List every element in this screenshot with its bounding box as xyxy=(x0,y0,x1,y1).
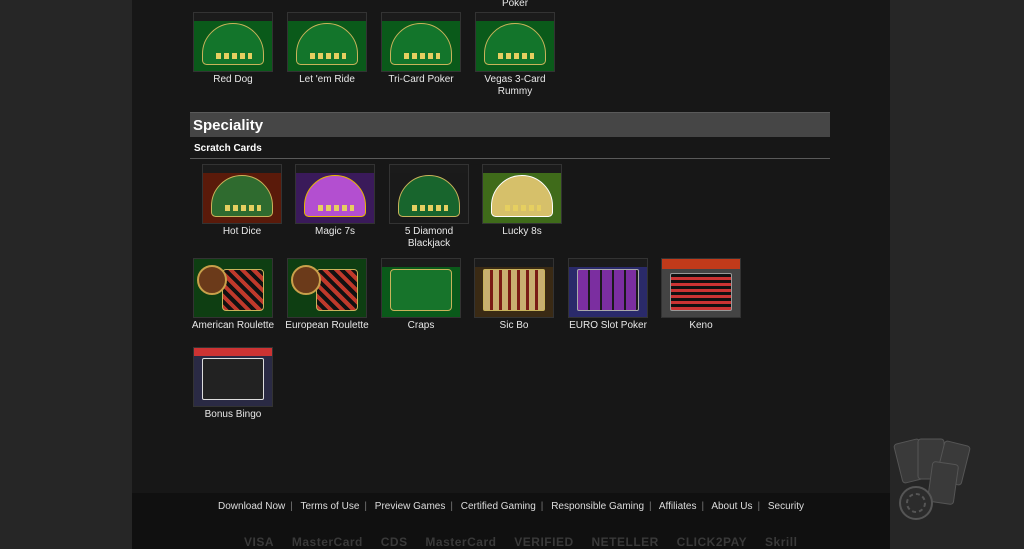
game-label[interactable]: Tri-Card Poker xyxy=(378,74,464,86)
game-tile[interactable]: EURO Slot Poker xyxy=(565,258,651,332)
game-tile[interactable]: Tri-Card Poker xyxy=(378,12,464,86)
game-tile[interactable]: Bonus Bingo xyxy=(190,347,276,421)
payment-logo: CLICK2PAY xyxy=(676,535,748,549)
payment-logos: VISA MasterCard CDS MasterCard VERIFIED … xyxy=(244,535,811,549)
game-thumbnail[interactable] xyxy=(193,347,273,407)
game-thumbnail[interactable] xyxy=(193,258,273,318)
game-tile[interactable]: American Roulette xyxy=(190,258,276,332)
game-label[interactable]: Magic 7s xyxy=(292,226,378,238)
game-thumbnail[interactable] xyxy=(568,258,648,318)
payment-logo: Skrill xyxy=(765,535,798,549)
game-label[interactable]: Hot Dice xyxy=(199,226,285,238)
game-label[interactable]: Sic Bo xyxy=(471,320,557,332)
game-thumbnail[interactable] xyxy=(474,258,554,318)
game-thumbnail[interactable] xyxy=(287,12,367,72)
payment-logo: VISA xyxy=(244,535,275,549)
game-label[interactable]: Lucky 8s xyxy=(479,226,565,238)
game-thumbnail[interactable] xyxy=(475,12,555,72)
section-subtitle: Scratch Cards xyxy=(190,141,830,159)
game-label[interactable]: 5 Diamond Blackjack xyxy=(386,226,472,250)
game-thumbnail[interactable] xyxy=(202,164,282,224)
game-thumbnail[interactable] xyxy=(193,12,273,72)
game-tile[interactable]: Hot Dice xyxy=(199,164,285,238)
game-thumbnail[interactable] xyxy=(295,164,375,224)
footer-link[interactable]: Certified Gaming xyxy=(461,501,536,512)
game-label[interactable]: American Roulette xyxy=(190,320,276,332)
footer-link[interactable]: Preview Games xyxy=(375,501,446,512)
game-tile[interactable]: Let 'em Ride xyxy=(284,12,370,86)
cards-chip-icon xyxy=(893,438,971,520)
footer-link[interactable]: Terms of Use xyxy=(301,501,360,512)
game-tile[interactable]: 5 Diamond Blackjack xyxy=(386,164,472,250)
game-label[interactable]: Red Dog xyxy=(190,74,276,86)
payment-logo: MasterCard xyxy=(291,535,363,549)
footer-links: Download Now | Terms of Use | Preview Game… xyxy=(218,501,804,512)
game-tile[interactable]: Red Dog xyxy=(190,12,276,86)
payment-logo: NETELLER xyxy=(591,535,659,549)
game-thumbnail[interactable] xyxy=(661,258,741,318)
game-label[interactable]: Vegas 3-Card Rummy xyxy=(472,74,558,98)
game-tile[interactable]: Lucky 8s xyxy=(479,164,565,238)
game-tile[interactable]: Keno xyxy=(658,258,744,332)
footer: Download Now | Terms of Use | Preview Game… xyxy=(132,493,890,549)
game-thumbnail[interactable] xyxy=(389,164,469,224)
partial-category-label: Poker xyxy=(501,0,529,9)
game-label[interactable]: Craps xyxy=(378,320,464,332)
footer-link[interactable]: Security xyxy=(768,501,804,512)
payment-logo: MasterCard xyxy=(425,535,497,549)
footer-link[interactable]: About Us xyxy=(711,501,752,512)
game-tile[interactable]: Sic Bo xyxy=(471,258,557,332)
game-label[interactable]: Bonus Bingo xyxy=(190,409,276,421)
section-title: Speciality xyxy=(190,112,830,137)
game-thumbnail[interactable] xyxy=(287,258,367,318)
game-label[interactable]: EURO Slot Poker xyxy=(565,320,651,332)
footer-link[interactable]: Responsible Gaming xyxy=(551,501,644,512)
game-thumbnail[interactable] xyxy=(381,258,461,318)
game-tile[interactable]: Magic 7s xyxy=(292,164,378,238)
footer-link[interactable]: Download Now xyxy=(218,501,285,512)
game-tile[interactable]: European Roulette xyxy=(284,258,370,332)
game-tile[interactable]: Vegas 3-Card Rummy xyxy=(472,12,558,98)
game-thumbnail[interactable] xyxy=(381,12,461,72)
game-thumbnail[interactable] xyxy=(482,164,562,224)
payment-logo: VERIFIED xyxy=(514,535,574,549)
game-label[interactable]: Let 'em Ride xyxy=(284,74,370,86)
game-label[interactable]: Keno xyxy=(658,320,744,332)
footer-link[interactable]: Affiliates xyxy=(659,501,697,512)
left-gutter xyxy=(0,0,133,549)
game-label[interactable]: European Roulette xyxy=(284,320,370,332)
game-tile[interactable]: Craps xyxy=(378,258,464,332)
payment-logo: CDS xyxy=(380,535,408,549)
